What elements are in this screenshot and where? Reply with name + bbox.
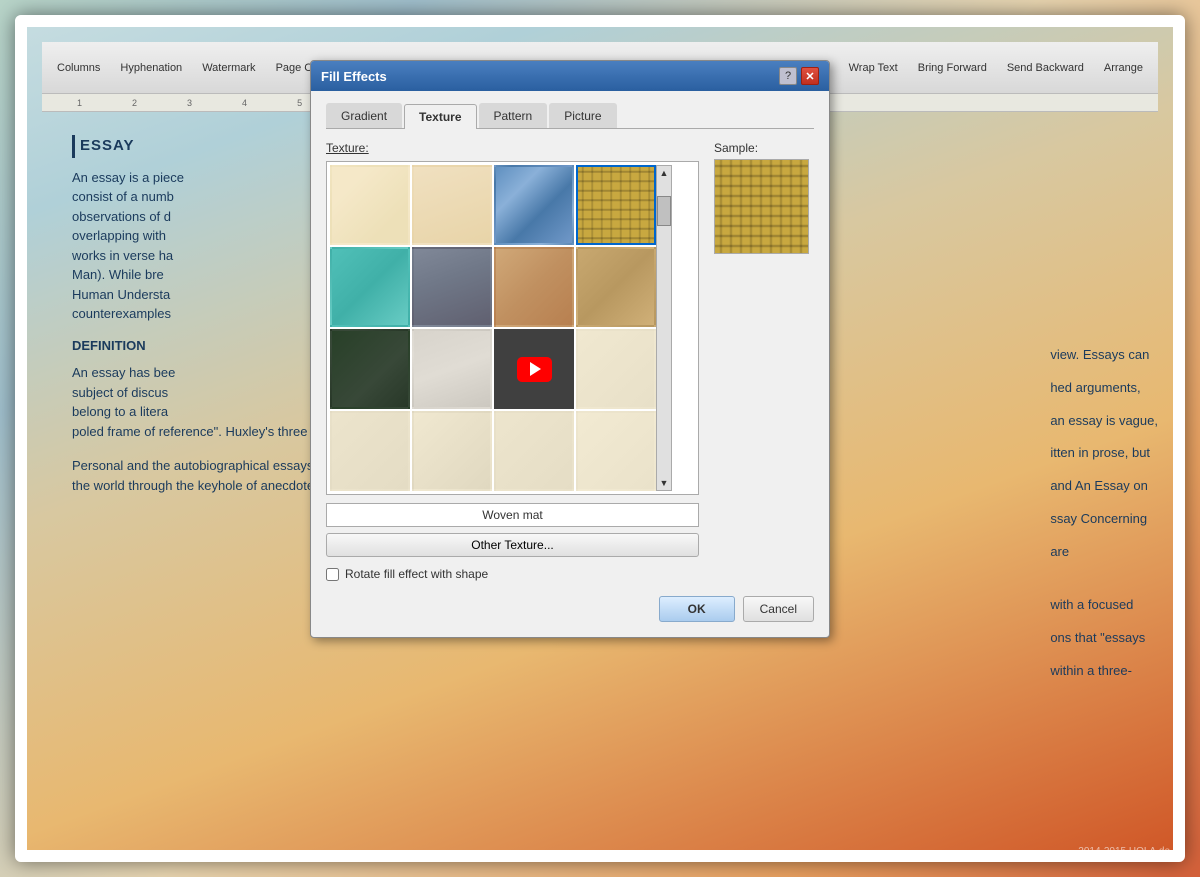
cancel-button[interactable]: Cancel [743, 596, 814, 622]
texture-scrollbar[interactable]: ▲ ▼ [656, 165, 672, 491]
fill-effects-dialog: Fill Effects ? ✕ Gradient Texture Patter… [310, 60, 830, 638]
texture-label: Texture: [326, 141, 699, 155]
wrap-text-label: Wrap Text [849, 62, 898, 74]
texture-cell-row4-1[interactable] [330, 411, 410, 491]
dialog-body: Gradient Texture Pattern Picture Texture… [311, 91, 829, 637]
tab-gradient[interactable]: Gradient [326, 103, 402, 128]
columns-label: Columns [57, 62, 100, 74]
right-text: view. Essays can hed arguments, an essay… [1050, 345, 1158, 694]
tab-picture[interactable]: Picture [549, 103, 616, 128]
toolbar-watermark[interactable]: Watermark [202, 62, 255, 74]
texture-section: Texture: [326, 141, 814, 581]
texture-cell-cream-plain[interactable] [576, 329, 656, 409]
tab-bar: Gradient Texture Pattern Picture [326, 103, 814, 129]
texture-cell-row4-3[interactable] [494, 411, 574, 491]
rotate-checkbox-container: Rotate fill effect with shape [326, 567, 699, 581]
watermark-label: Watermark [202, 62, 255, 74]
texture-cell-tan[interactable] [576, 247, 656, 327]
other-texture-button[interactable]: Other Texture... [326, 533, 699, 557]
arrange-label: Arrange [1104, 62, 1143, 74]
close-button[interactable]: ✕ [801, 67, 819, 85]
texture-cell-row4-4[interactable] [576, 411, 656, 491]
timestamp: 2014-2015 HOLA.de [1078, 846, 1170, 857]
texture-cell-blue-fabric[interactable] [494, 165, 574, 245]
texture-cell-cream[interactable] [330, 165, 410, 245]
sample-area: Sample: [714, 141, 814, 581]
sample-label: Sample: [714, 141, 814, 155]
rotate-checkbox-input[interactable] [326, 568, 339, 581]
dialog-buttons: OK Cancel [326, 596, 814, 622]
texture-cell-marble-gray[interactable] [412, 247, 492, 327]
toolbar-hyphenation[interactable]: Hyphenation [120, 62, 182, 74]
texture-cell-dark-green[interactable] [330, 329, 410, 409]
dialog-controls: ? ✕ [779, 67, 819, 85]
tab-pattern[interactable]: Pattern [479, 103, 548, 128]
dialog-title: Fill Effects [321, 69, 387, 84]
toolbar-columns[interactable]: Columns [57, 62, 100, 74]
texture-cell-brown-spot[interactable] [494, 247, 574, 327]
dialog-titlebar: Fill Effects ? ✕ [311, 61, 829, 91]
texture-name: Woven mat [326, 503, 699, 527]
texture-grid [330, 165, 656, 491]
help-button[interactable]: ? [779, 67, 797, 85]
texture-cell-video[interactable] [494, 329, 574, 409]
rotate-label: Rotate fill effect with shape [345, 567, 488, 581]
hyphenation-label: Hyphenation [120, 62, 182, 74]
texture-cell-woven-mat[interactable] [576, 165, 656, 245]
scroll-down[interactable]: ▼ [658, 476, 671, 490]
scroll-up[interactable]: ▲ [658, 166, 671, 180]
scroll-thumb[interactable] [657, 196, 671, 226]
texture-grid-container: ▲ ▼ [326, 161, 699, 495]
texture-left-panel: Texture: [326, 141, 699, 581]
send-backward-label: Send Backward [1007, 62, 1084, 74]
texture-cell-teal[interactable] [330, 247, 410, 327]
ok-button[interactable]: OK [659, 596, 735, 622]
texture-cell-row4-2[interactable] [412, 411, 492, 491]
bring-forward-label: Bring Forward [918, 62, 987, 74]
texture-cell-light-gray[interactable] [412, 329, 492, 409]
tab-texture[interactable]: Texture [404, 104, 476, 129]
texture-cell-cream2[interactable] [412, 165, 492, 245]
sample-preview [714, 159, 809, 254]
